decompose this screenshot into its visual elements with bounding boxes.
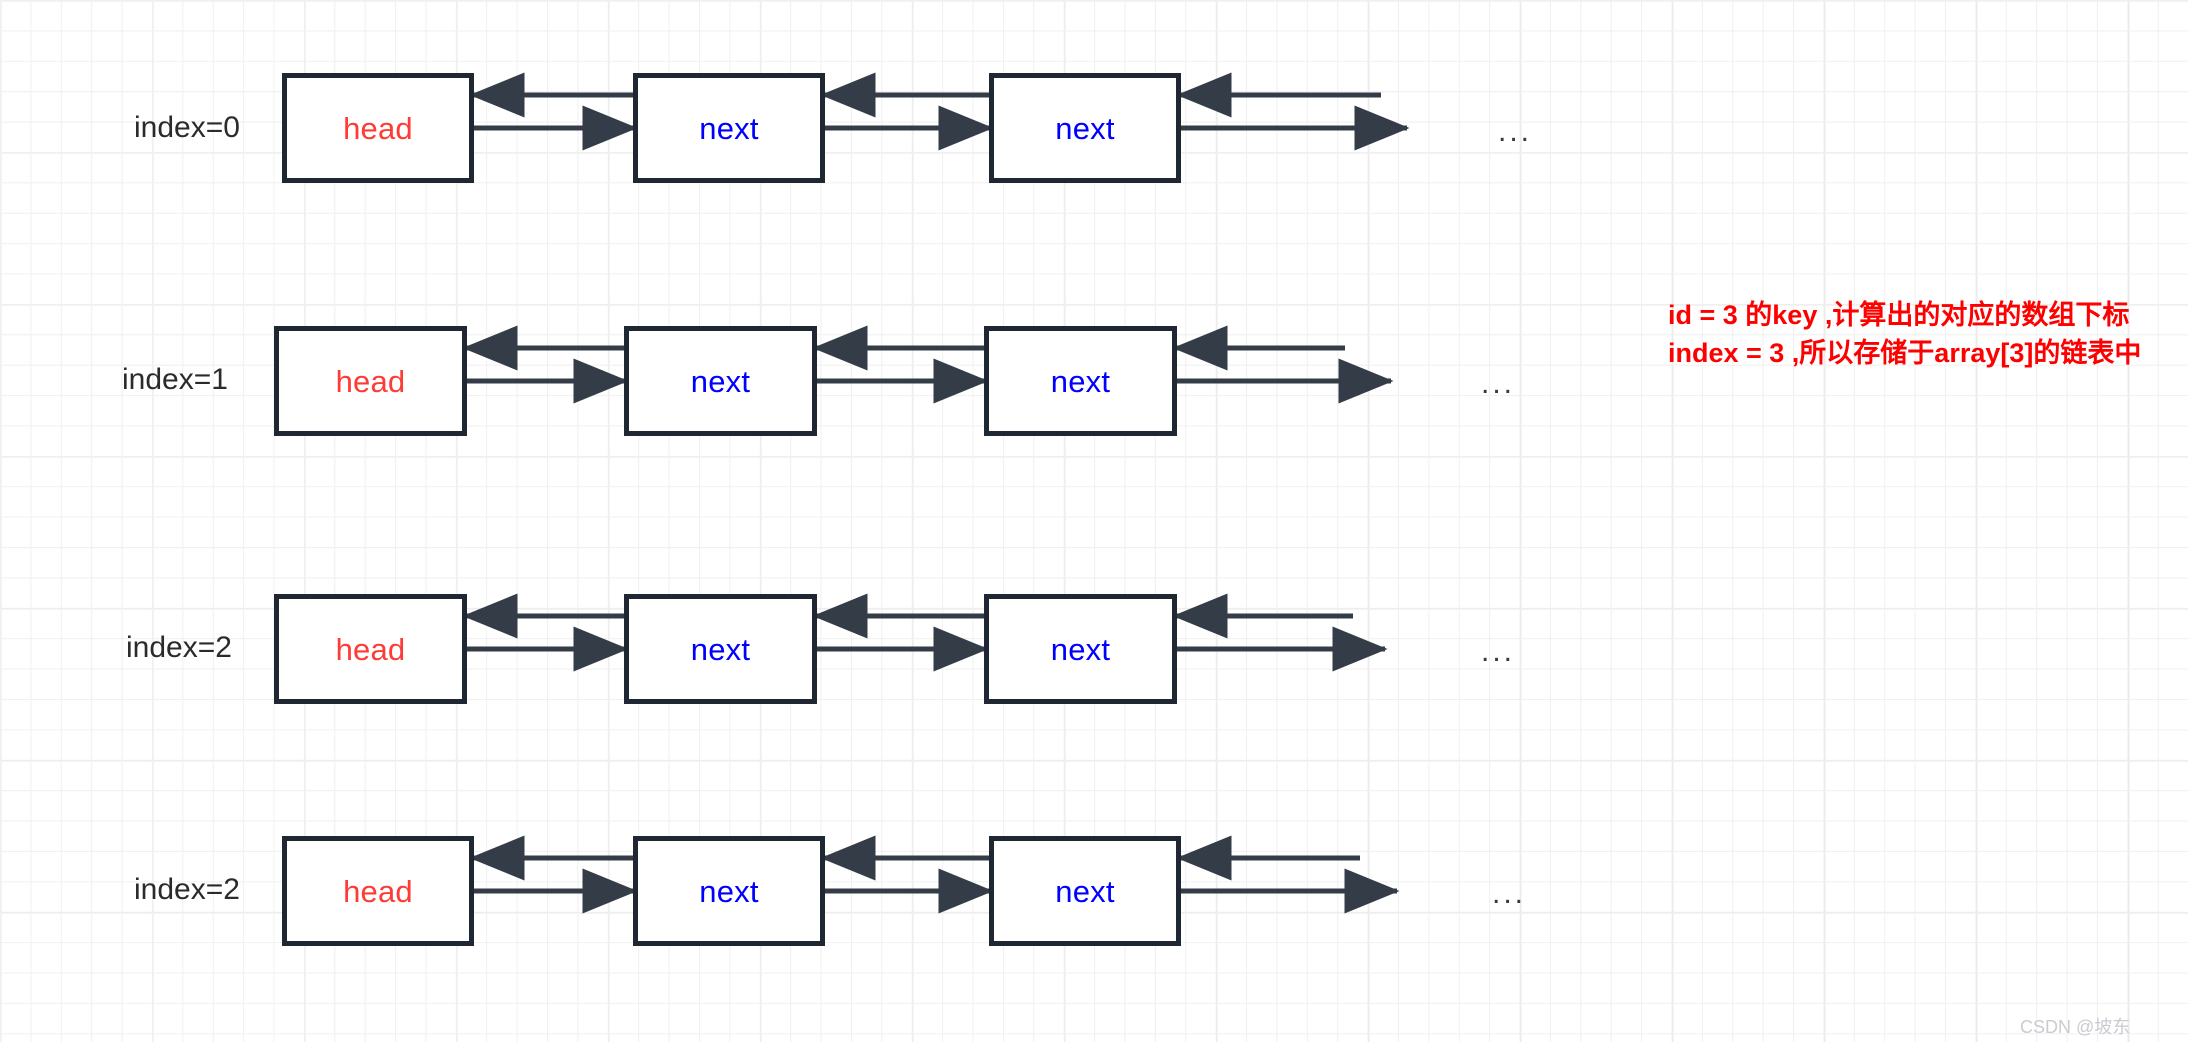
- node-label: next: [690, 363, 751, 399]
- node-label: next: [690, 631, 751, 667]
- ellipsis-row-1: ...: [1481, 367, 1516, 400]
- node-box-next-r3-c2: next: [989, 836, 1181, 946]
- node-label: next: [1050, 363, 1111, 399]
- node-label: head: [335, 363, 406, 399]
- node-box-next-r0-c2: next: [989, 73, 1181, 183]
- arrows: [462, 72, 1410, 914]
- node-label: head: [335, 631, 406, 667]
- diagram-canvas: index=0 head next next... index=1 head next nex…: [0, 0, 2188, 1042]
- annotation-note: id = 3 的key ,计算出的对应的数组下标 index = 3 ,所以存储…: [1668, 300, 2142, 369]
- node-label: head: [343, 110, 413, 146]
- node-box-next-r2-c2: next: [984, 594, 1177, 704]
- node-box-next-r3-c1: next: [633, 836, 825, 946]
- node-box-head-r1-c0: head: [274, 326, 467, 436]
- node-label: next: [1050, 631, 1111, 667]
- node-label: next: [1055, 873, 1115, 909]
- index-label-row-1: index=1: [122, 363, 228, 396]
- node-box-head-r2-c0: head: [274, 594, 467, 704]
- node-label: next: [699, 110, 759, 146]
- node-label: next: [699, 873, 759, 909]
- node-label: head: [343, 873, 413, 909]
- node-box-next-r1-c1: next: [624, 326, 817, 436]
- node-box-next-r0-c1: next: [633, 73, 825, 183]
- ellipsis-row-0: ...: [1498, 115, 1533, 148]
- node-label: next: [1055, 110, 1115, 146]
- node-box-next-r1-c2: next: [984, 326, 1177, 436]
- node-box-next-r2-c1: next: [624, 594, 817, 704]
- node-box-head-r0-c0: head: [282, 73, 474, 183]
- index-label-row-0: index=0: [134, 111, 240, 144]
- node-box-head-r3-c0: head: [282, 836, 474, 946]
- index-label-row-3: index=2: [134, 873, 240, 906]
- ellipsis-row-2: ...: [1481, 635, 1516, 668]
- watermark: CSDN @坡东: [2020, 1017, 2131, 1037]
- ellipsis-row-3: ...: [1492, 877, 1527, 910]
- index-label-row-2: index=2: [126, 631, 232, 664]
